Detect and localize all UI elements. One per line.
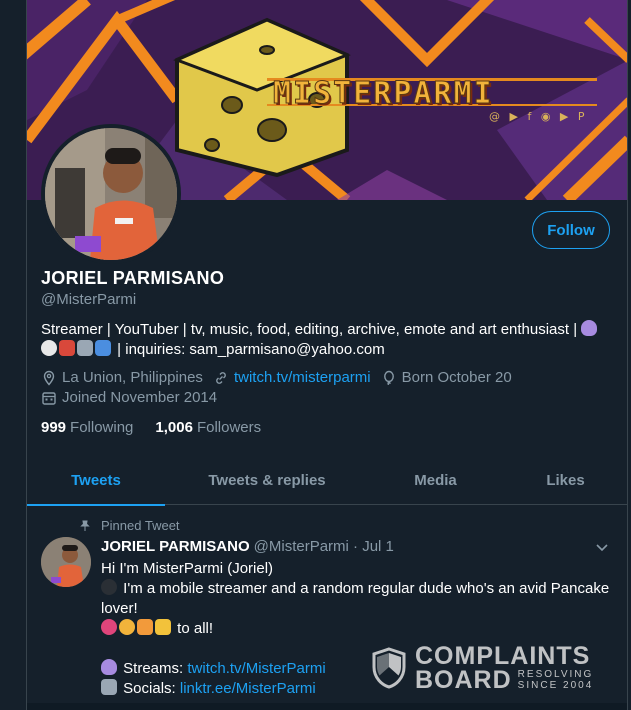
pin-icon [80,520,90,531]
laptop-icon [77,340,93,356]
tweet-avatar-photo [41,537,91,587]
website-item[interactable]: twitch.tv/misterparmi [213,369,371,386]
tab-tweets-and-replies[interactable]: Tweets & replies [165,456,369,505]
fist-bump-icon [155,619,171,635]
tweet-avatar[interactable] [41,537,91,587]
bio-text-line2: | inquiries: sam_parmisano@yahoo.com [117,341,385,358]
watermark-line2: BOARD [415,666,512,694]
paintbrush-icon [95,340,111,356]
profile-name: JORIEL PARMISANO [41,268,225,288]
banner-logo-text: MISTERPARMI [273,76,494,112]
purple-heart-icon [101,659,117,675]
watermark-small1: RESOLVING [517,669,594,680]
followers-link[interactable]: 1,006 Followers [155,419,261,436]
profile-column: MISTERPARMI @ ▶ f ◉ ▶ P Follow JORIEL PA… [26,0,628,710]
profile-joined-row: Joined November 2014 [41,389,227,406]
tweet-author-name[interactable]: JORIEL PARMISANO [101,538,250,555]
black-circle-icon [101,579,117,595]
window-margin [0,0,26,710]
hugging-face-icon [119,619,135,635]
streams-link[interactable]: twitch.tv/MisterParmi [187,660,325,677]
location-item: La Union, Philippines [41,369,203,386]
tweet-line3: to all! [177,620,214,637]
joined-item: Joined November 2014 [41,389,217,406]
laptop-icon [101,679,117,695]
profile-tabs: Tweets Tweets & replies Media Likes [27,456,627,506]
streams-label: Streams: [123,660,184,677]
watermark-small2: SINCE 2004 [517,680,594,691]
person-gesture-icon [137,619,153,635]
complaints-board-watermark: COMPLAINTS BOARD RESOLVING SINCE 2004 [371,642,594,694]
following-count: 999 [41,419,67,436]
plate-icon [41,340,57,356]
profile-joined: Joined November 2014 [62,389,218,406]
pinned-label: Pinned Tweet [101,518,180,533]
watermark-line1: COMPLAINTS [415,642,591,670]
balloon-icon [383,370,394,385]
link-icon [216,371,226,384]
bio-text-line1: Streamer | YouTuber | tv, music, food, e… [41,321,578,338]
tab-likes[interactable]: Likes [502,456,627,505]
profile-birthday: Born October 20 [401,369,512,386]
followers-count: 1,006 [155,419,193,436]
socials-link[interactable]: linktr.ee/MisterParmi [180,680,316,697]
tab-tweets[interactable]: Tweets [27,456,165,506]
banner-social-icons: @ ▶ f ◉ ▶ P [489,110,588,123]
guitar-icon [59,340,75,356]
following-label: Following [70,419,134,436]
purple-heart-icon [581,320,598,336]
follow-button[interactable]: Follow [532,211,610,249]
profile-website-link[interactable]: twitch.tv/misterparmi [234,369,371,386]
hearts-icon [101,619,117,635]
profile-meta-row: La Union, Philippines twitch.tv/misterpa… [41,369,522,386]
next-content-edge [27,703,627,710]
location-pin-icon [43,370,55,386]
following-link[interactable]: 999 Following [41,419,133,436]
profile-avatar[interactable] [41,124,181,264]
shield-logo-icon [372,647,406,689]
pinned-indicator: Pinned Tweet [79,518,180,533]
tweet-line2: I'm a mobile streamer and a random regul… [101,580,610,617]
profile-bio: Streamer | YouTuber | tv, music, food, e… [41,320,616,360]
socials-label: Socials: [123,680,176,697]
profile-location: La Union, Philippines [62,369,203,386]
followers-label: Followers [196,419,262,436]
calendar-icon [42,391,56,405]
profile-handle: @MisterParmi [41,291,137,308]
avatar-photo [45,128,177,260]
tab-media[interactable]: Media [369,456,502,505]
birthday-item: Born October 20 [381,369,512,386]
tweet-meta: @MisterParmi · Jul 1 [253,538,394,555]
follow-counts: 999 Following 1,006 Followers [41,419,283,436]
chevron-down-icon[interactable] [595,540,609,556]
tweet-header: JORIEL PARMISANO @MisterParmi · Jul 1 [101,538,394,555]
tweet-line1: Hi I'm MisterParmi (Joriel) [101,560,274,577]
